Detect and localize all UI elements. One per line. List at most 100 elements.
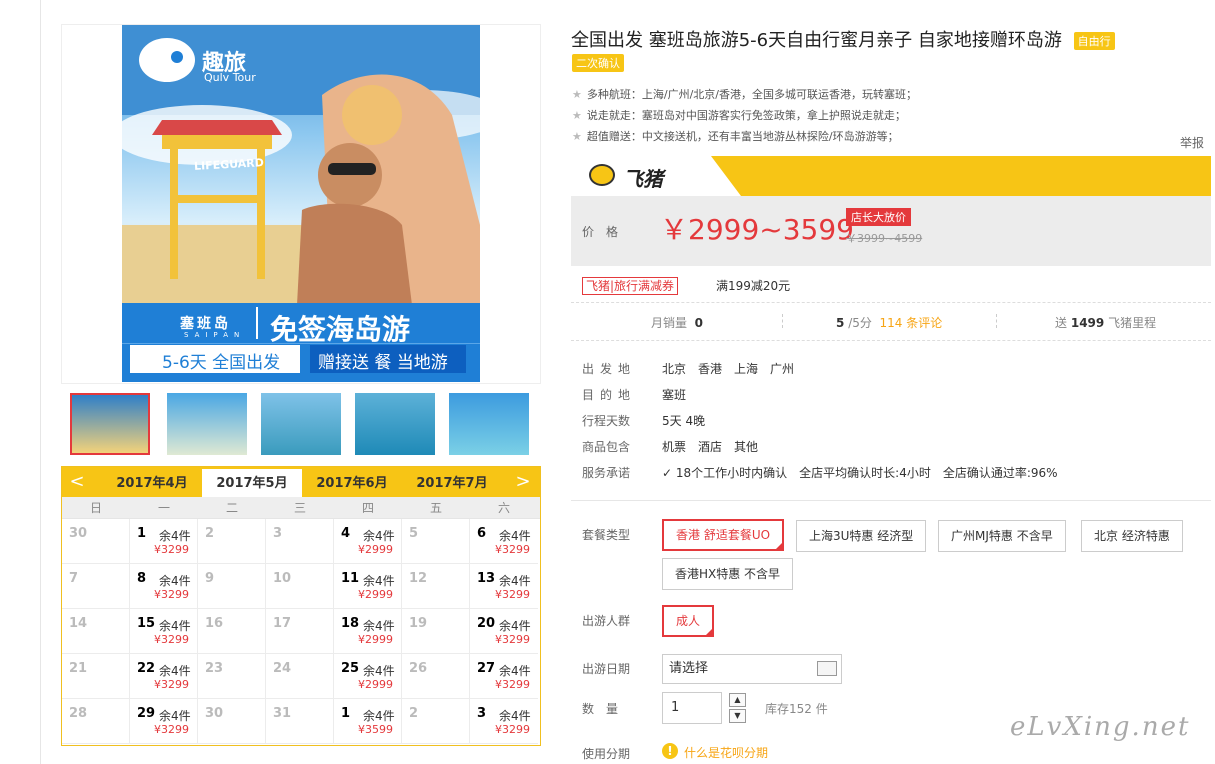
calendar-day-price: ¥3599 [358,723,393,736]
promise-value: 18个工作小时内确认 全店平均确认时长:4小时 全店确认通过率:96% [675,466,1058,480]
calendar-day-available[interactable]: 25 余4件 ¥2999 [334,654,402,699]
calendar-day-available[interactable]: 27 余4件 ¥3299 [470,654,538,699]
thumb-poster[interactable] [70,393,150,455]
report-link[interactable]: 举报 [1180,134,1204,151]
calendar-day-number: 26 [409,661,428,676]
calendar-day-available[interactable]: 22 余4件 ¥3299 [130,654,198,699]
calendar-day-number: 5 [409,526,419,541]
calendar-day-number: 24 [273,661,292,676]
calendar-day-unavailable: 2 [198,519,266,564]
divider [571,302,1211,303]
qty-increase-icon[interactable]: ▲ [729,693,746,707]
calendar-icon[interactable] [817,661,837,676]
calendar-day-number: 20 [477,616,496,631]
thumb-boat[interactable] [355,393,435,455]
calendar-day-stock: 余4件 [159,619,191,633]
calendar-day-price: ¥3299 [154,543,189,556]
calendar-day-available[interactable]: 18 余4件 ¥2999 [334,609,402,654]
calendar-day-unavailable: 30 [198,699,266,744]
calendar-day-unavailable: 31 [266,699,334,744]
calendar-day-unavailable: 14 [62,609,130,654]
calendar-month-tab-1[interactable]: 2017年5月 [202,469,302,497]
calendar-day-available[interactable]: 13 余4件 ¥3299 [470,564,538,609]
calendar-month-tab-3[interactable]: 2017年7月 [402,469,502,497]
weekday-label: 六 [497,501,510,515]
calendar-day-available[interactable]: 29 余4件 ¥3299 [130,699,198,744]
package-option-2[interactable]: 广州MJ特惠 不含早 [938,520,1066,552]
calendar-prev-arrow-icon[interactable]: < [62,467,92,497]
coupon-badge[interactable]: 飞猪|旅行满减券 [582,277,679,295]
star-icon: ★ [572,88,582,101]
calendar-day-unavailable: 16 [198,609,266,654]
product-poster-image[interactable]: 趣旅 Qulv Tour LIFEGUARD 塞班岛 SAIPAN 免签海岛游 … [122,25,480,382]
calendar-day-available[interactable]: 3 余4件 ¥3299 [470,699,538,744]
quantity-input[interactable]: 1 [662,692,722,724]
calendar-day-available[interactable]: 1 余4件 ¥3299 [130,519,198,564]
calendar-day-unavailable: 9 [198,564,266,609]
calendar-day-number: 16 [205,616,224,631]
calendar-day-unavailable: 12 [402,564,470,609]
thumb-lagoon[interactable] [449,393,529,455]
poster-island: 塞班岛 [180,316,231,332]
calendar-day-number: 2 [205,526,215,541]
calendar-day-number: 1 [341,706,351,721]
miles: 送 1499 飞猪里程 [1055,314,1156,331]
calendar-day-stock: 余4件 [159,574,191,588]
calendar-day-number: 22 [137,661,156,676]
calendar-day-available[interactable]: 15 余4件 ¥3299 [130,609,198,654]
weekday-label: 三 [293,501,306,515]
reviews-link[interactable]: 114 条评论 [880,316,943,330]
package-option-1[interactable]: 上海3U特惠 经济型 [796,520,927,552]
package-option-4[interactable]: 香港HX特惠 不含早 [662,558,794,590]
calendar-day-available[interactable]: 11 余4件 ¥2999 [334,564,402,609]
thumb-kayak[interactable] [261,393,341,455]
calendar-day-price: ¥3299 [495,543,530,556]
monthly-sales-label: 月销量 [651,316,688,330]
calendar-day-price: ¥3299 [495,588,530,601]
calendar-day-available[interactable]: 8 余4件 ¥3299 [130,564,198,609]
calendar-day-price: ¥2999 [358,678,393,691]
calendar-day-unavailable: 30 [62,519,130,564]
package-option-3[interactable]: 北京 经济特惠 [1081,520,1183,552]
calendar-day-available[interactable]: 1 余4件 ¥3599 [334,699,402,744]
brand-banner: 飞猪 [571,156,1211,196]
miles-prefix: 送 [1055,316,1068,330]
calendar-month-tab-2[interactable]: 2017年6月 [302,469,402,497]
crowd-option-adult[interactable]: 成人 [662,605,715,637]
calendar-next-arrow-icon[interactable]: > [508,467,538,497]
package-option-0[interactable]: 香港 舒适套餐UO [662,519,785,551]
poster-divider [256,307,258,339]
calendar-day-number: 28 [69,706,88,721]
date-input[interactable]: 请选择 [662,654,842,684]
calendar-day-number: 1 [137,526,147,541]
calendar-day-number: 7 [69,571,79,586]
calendar-month-tab-0[interactable]: 2017年4月 [102,469,202,497]
calendar-day-available[interactable]: 6 余4件 ¥3299 [470,519,538,564]
calendar-day-stock: 余4件 [499,619,531,633]
thumb-beach[interactable] [167,393,247,455]
calendar-day-number: 3 [273,526,283,541]
calendar-day-unavailable: 5 [402,519,470,564]
poster-island-en: SAIPAN [184,331,246,339]
calendar-day-stock: 余4件 [159,529,191,543]
feature-item: ★ 超值赠送：中文接送机，还有丰富当地游丛林探险/环岛游游等； [572,128,899,144]
price-range: ￥2999~3599 [660,213,854,246]
install-link[interactable]: 什么是花呗分期 [684,744,768,761]
calendar-day-unavailable: 2 [402,699,470,744]
product-title: 全国出发 塞班岛旅游5-6天自由行蜜月亲子 自家地接赠环岛游 自由行 [571,26,1115,52]
dest-value: 塞班 [662,388,687,402]
calendar-day-number: 6 [477,526,487,541]
weekday-label: 四 [361,501,374,515]
coupon-text: 满199减20元 [716,279,791,293]
freetravel-badge: 自由行 [1073,32,1115,50]
calendar-day-available[interactable]: 20 余4件 ¥3299 [470,609,538,654]
weekday-label: 二 [225,501,238,515]
calendar-day-number: 15 [137,616,156,631]
info-icon: ! [662,743,678,759]
calendar-day-unavailable: 24 [266,654,334,699]
calendar-day-stock: 余4件 [363,574,395,588]
calendar-day-number: 27 [477,661,496,676]
qty-decrease-icon[interactable]: ▼ [729,709,746,723]
qty-label: 数 量 [582,702,619,716]
calendar-day-available[interactable]: 4 余4件 ¥2999 [334,519,402,564]
